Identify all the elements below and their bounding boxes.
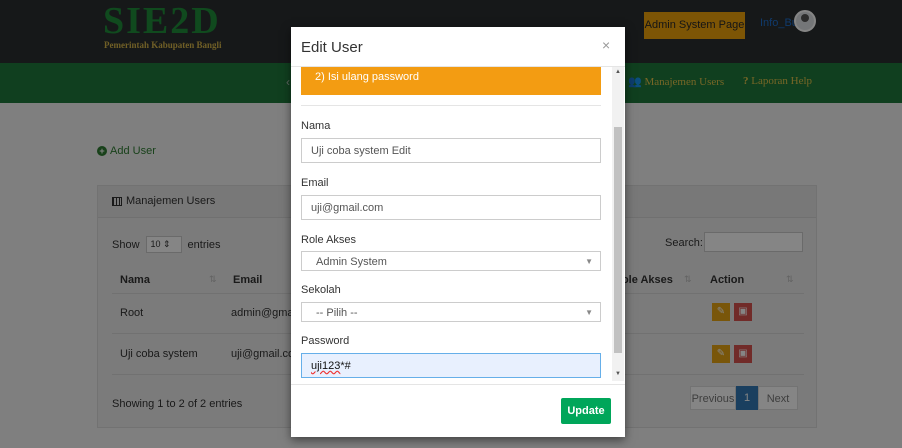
email-label: Email [301, 177, 329, 189]
modal-title: Edit User [301, 39, 363, 56]
modal-footer-divider [291, 384, 625, 385]
chevron-down-icon: ▼ [585, 257, 593, 266]
modal-scrollbar[interactable]: ▲ ▼ [612, 67, 624, 381]
body-divider [301, 105, 601, 106]
close-icon[interactable]: × [602, 37, 610, 53]
password-value: uji123 [311, 360, 341, 372]
scroll-up-icon[interactable]: ▲ [612, 69, 624, 75]
edit-user-modal: Edit User × 2) Isi ulang password Nama U… [291, 27, 625, 437]
password-field[interactable]: uji123*# [301, 353, 601, 378]
role-akses-label: Role Akses [301, 234, 357, 246]
sekolah-value: -- Pilih -- [316, 307, 358, 319]
role-akses-value: Admin System [316, 256, 387, 268]
password-value-suffix: *# [340, 360, 351, 372]
chevron-down-icon: ▼ [585, 308, 593, 317]
update-button[interactable]: Update [561, 398, 611, 424]
sekolah-label: Sekolah [301, 284, 341, 296]
nama-field[interactable]: Uji coba system Edit [301, 138, 601, 163]
password-label: Password [301, 335, 350, 347]
scrollbar-thumb[interactable] [614, 127, 622, 353]
nama-label: Nama [301, 120, 331, 132]
sekolah-select[interactable]: -- Pilih -- ▼ [301, 302, 601, 322]
scroll-down-icon[interactable]: ▼ [612, 371, 624, 377]
password-notice: 2) Isi ulang password [301, 67, 601, 95]
modal-body[interactable]: 2) Isi ulang password Nama Uji coba syst… [291, 67, 625, 381]
email-field[interactable]: uji@gmail.com [301, 195, 601, 220]
role-akses-select[interactable]: Admin System ▼ [301, 251, 601, 271]
